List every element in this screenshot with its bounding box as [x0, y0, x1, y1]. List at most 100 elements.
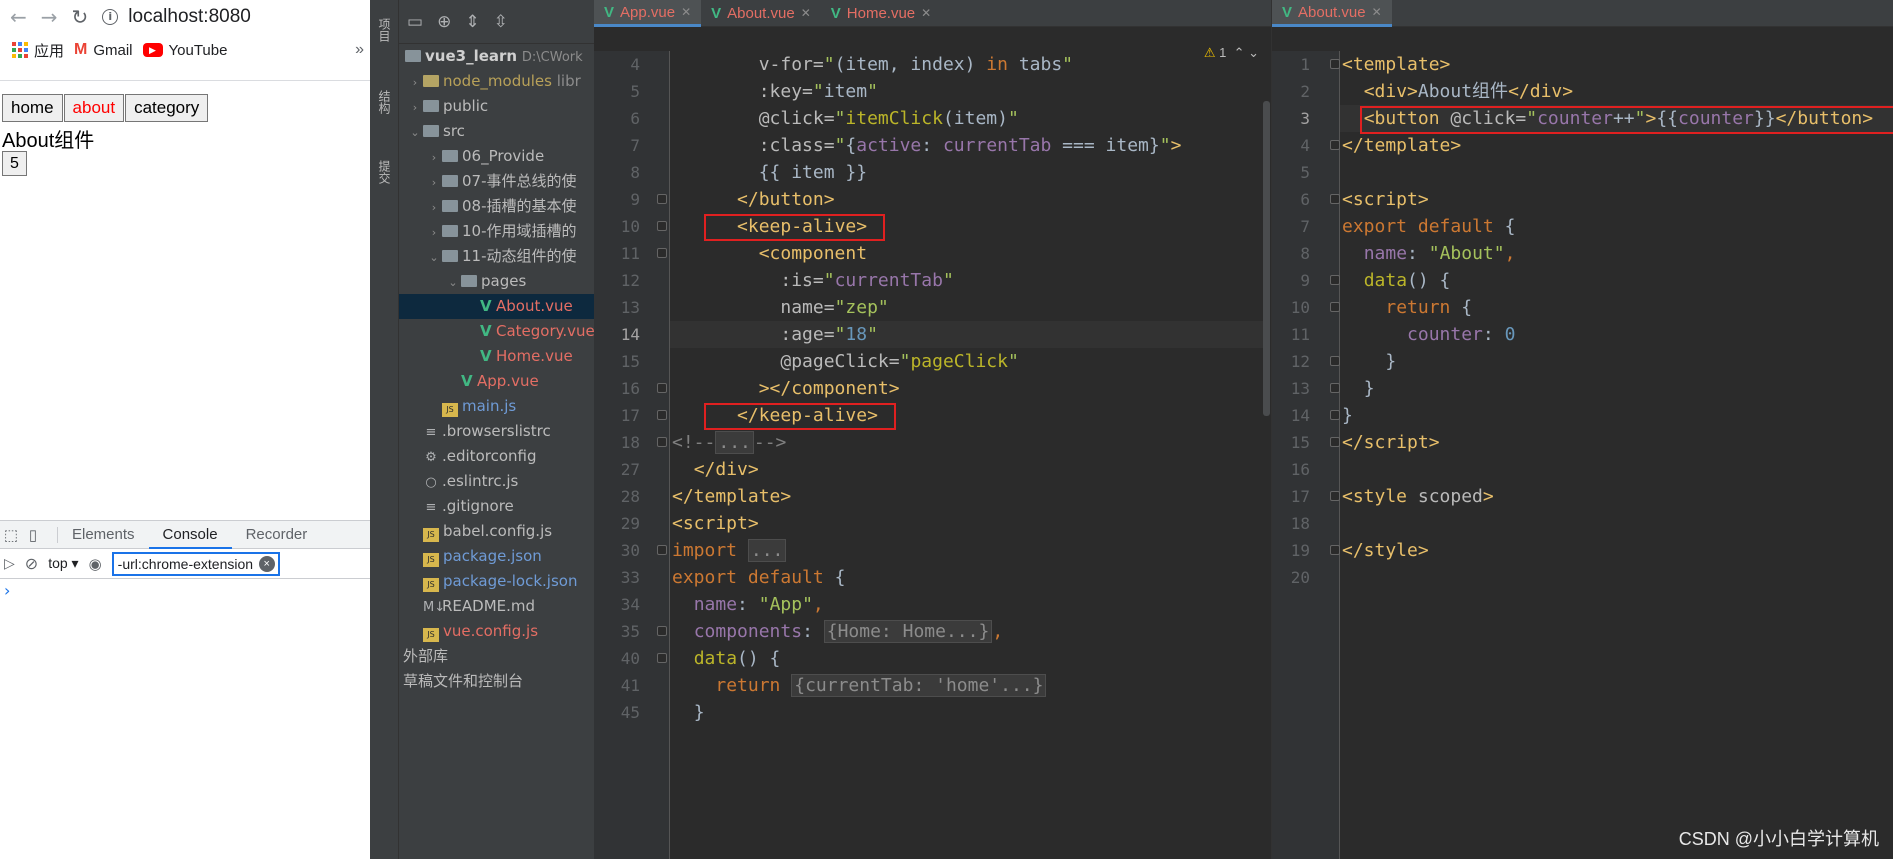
fold-toggle-icon[interactable] — [657, 248, 667, 258]
tab-console[interactable]: Console — [148, 521, 232, 549]
fold-toggle-icon[interactable] — [1330, 545, 1340, 555]
code-line[interactable]: name: "About", — [1342, 240, 1516, 267]
fold-toggle-icon[interactable] — [1330, 275, 1340, 285]
close-tab-icon[interactable]: ✕ — [1372, 0, 1382, 26]
tree-item[interactable]: ⌄ src — [399, 119, 594, 144]
fold-toggle-icon[interactable] — [1330, 410, 1340, 420]
code-line[interactable]: @pageClick="pageClick" — [672, 348, 1018, 375]
code-line[interactable]: v-for="(item, index) in tabs" — [672, 51, 1073, 78]
fold-toggle-icon[interactable] — [1330, 302, 1340, 312]
code-line[interactable]: return { — [1342, 294, 1472, 321]
code-line[interactable]: data() { — [672, 645, 781, 672]
tree-item[interactable]: ≡ .gitignore — [399, 494, 594, 519]
tree-item[interactable]: JS vue.config.js — [399, 619, 594, 644]
scrollbar[interactable] — [1263, 51, 1271, 859]
tab-elements[interactable]: Elements — [58, 521, 149, 549]
tree-item[interactable]: › 10-作用域插槽的 — [399, 219, 594, 244]
expand-arrow-icon[interactable]: › — [407, 70, 423, 95]
editor-tab[interactable]: V About.vue ✕ — [701, 0, 821, 27]
code-line[interactable]: export default { — [1342, 213, 1515, 240]
tree-item[interactable]: JS babel.config.js — [399, 519, 594, 544]
expand-arrow-icon[interactable]: ⌄ — [407, 120, 423, 145]
code-line[interactable]: import ... — [672, 537, 787, 564]
context-selector[interactable]: top ▾ — [48, 555, 78, 572]
fold-toggle-icon[interactable] — [1330, 356, 1340, 366]
code-line[interactable]: export default { — [672, 564, 845, 591]
bookmark-youtube[interactable]: ▶ YouTube — [142, 42, 227, 59]
sidebar-toggle-icon[interactable]: ▷ — [4, 555, 15, 572]
tree-item[interactable]: ○ .eslintrc.js — [399, 469, 594, 494]
expand-arrow-icon[interactable]: › — [426, 145, 442, 170]
tree-item[interactable]: 草稿文件和控制台 — [399, 669, 594, 694]
code-line[interactable]: } — [1342, 402, 1353, 429]
fold-toggle-icon[interactable] — [1330, 491, 1340, 501]
tree-item[interactable]: JS main.js — [399, 394, 594, 419]
console-filter-input[interactable]: -url:chrome-extension × — [111, 551, 280, 576]
tree-item[interactable]: › public — [399, 94, 594, 119]
side-label-structure[interactable]: 结构 — [376, 90, 393, 114]
expand-arrow-icon[interactable]: ⌄ — [445, 270, 461, 295]
code-line[interactable]: </script> — [1342, 429, 1440, 456]
editor-tab[interactable]: V Home.vue ✕ — [821, 0, 941, 27]
counter-button[interactable]: 5 — [2, 151, 27, 176]
tree-item[interactable]: V Home.vue — [399, 344, 594, 369]
code-line[interactable]: </div> — [672, 456, 759, 483]
code-line[interactable]: } — [1342, 348, 1396, 375]
close-tab-icon[interactable]: ✕ — [681, 0, 691, 26]
address-bar-url[interactable]: localhost:8080 — [128, 6, 251, 28]
code-line[interactable]: } — [672, 699, 705, 726]
tree-item[interactable]: ⌄ pages — [399, 269, 594, 294]
console-prompt[interactable]: › — [0, 581, 370, 600]
close-tab-icon[interactable]: ✕ — [801, 0, 811, 27]
tab-category-button[interactable]: category — [125, 94, 209, 122]
bookmark-apps[interactable]: 应用 — [12, 40, 64, 61]
tree-item[interactable]: › 06_Provide — [399, 144, 594, 169]
code-line[interactable]: ></component> — [672, 375, 900, 402]
code-line[interactable]: :age="18" — [672, 321, 878, 348]
tab-about-button[interactable]: about — [63, 94, 125, 122]
tree-item[interactable]: 外部库 — [399, 644, 594, 669]
code-line[interactable]: :key="item" — [672, 78, 878, 105]
tree-item[interactable]: ≡ .browserslistrc — [399, 419, 594, 444]
tree-item[interactable]: V App.vue — [399, 369, 594, 394]
clear-filter-icon[interactable]: × — [258, 555, 275, 572]
tree-item[interactable]: V About.vue — [399, 294, 594, 319]
fold-toggle-icon[interactable] — [657, 545, 667, 555]
fold-toggle-icon[interactable] — [1330, 437, 1340, 447]
tab-home-button[interactable]: home — [2, 94, 63, 122]
expand-arrow-icon[interactable]: › — [426, 195, 442, 220]
forward-arrow-icon[interactable]: → — [41, 5, 58, 29]
expand-arrow-icon[interactable]: › — [407, 95, 423, 120]
fold-toggle-icon[interactable] — [1330, 194, 1340, 204]
fold-toggle-icon[interactable] — [657, 437, 667, 447]
code-line[interactable]: name: "App", — [672, 591, 824, 618]
fold-toggle-icon[interactable] — [657, 221, 667, 231]
live-expression-eye-icon[interactable]: ◉ — [89, 555, 102, 573]
bookmark-gmail[interactable]: M Gmail — [74, 41, 133, 59]
side-label-project[interactable]: 项目 — [376, 18, 393, 42]
fold-toggle-icon[interactable] — [657, 194, 667, 204]
tree-item[interactable]: ⚙ .editorconfig — [399, 444, 594, 469]
code-line[interactable]: counter: 0 — [1342, 321, 1515, 348]
tree-item[interactable]: › 07-事件总线的使 — [399, 169, 594, 194]
code-line[interactable]: </style> — [1342, 537, 1429, 564]
fold-toggle-icon[interactable] — [657, 383, 667, 393]
code-line[interactable]: return {currentTab: 'home'...} — [672, 672, 1047, 699]
tree-item[interactable]: V Category.vue — [399, 319, 594, 344]
code-line[interactable]: @click="itemClick(item)" — [672, 105, 1019, 132]
tab-recorder[interactable]: Recorder — [232, 521, 322, 549]
code-line[interactable]: <!--... --> — [672, 429, 786, 456]
collapse-all-icon[interactable]: ⇳ — [494, 12, 508, 32]
fold-toggle-icon[interactable] — [657, 653, 667, 663]
reload-icon[interactable]: ↻ — [72, 5, 89, 29]
fold-toggle-icon[interactable] — [1330, 383, 1340, 393]
code-line[interactable]: :class="{active: currentTab === item}"> — [672, 132, 1182, 159]
side-label-commit[interactable]: 提交 — [376, 160, 393, 184]
fold-toggle-icon[interactable] — [657, 626, 667, 636]
code-line[interactable]: <style scoped> — [1342, 483, 1494, 510]
device-toolbar-icon[interactable]: ▯ — [22, 526, 44, 544]
code-line[interactable]: components: {Home: Home...}, — [672, 618, 1003, 645]
fold-toggle-icon[interactable] — [1330, 59, 1340, 69]
code-line[interactable]: {{ item }} — [672, 159, 867, 186]
code-line[interactable]: </template> — [672, 483, 791, 510]
